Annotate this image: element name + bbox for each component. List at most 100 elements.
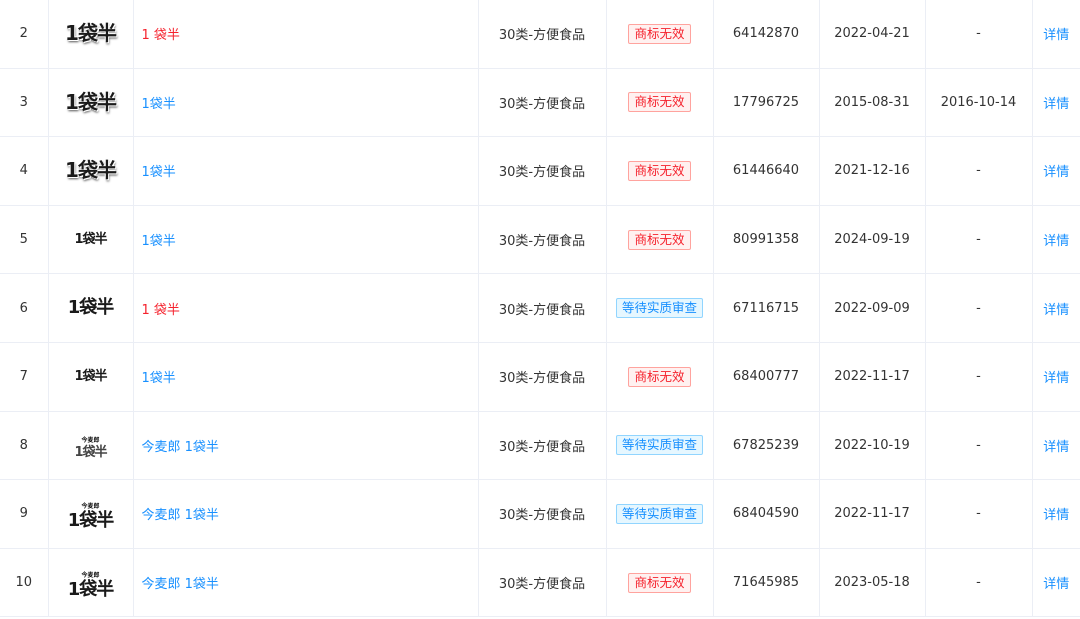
status-cell: 商标无效	[605, 0, 713, 69]
application-date: 2023-05-18	[818, 548, 925, 618]
logo-cell: 1袋半	[47, 273, 133, 343]
logo-cell: 1袋半	[47, 0, 133, 69]
registration-number: 67116715	[712, 273, 819, 343]
registration-number: 68400777	[712, 342, 819, 412]
trademark-name-link[interactable]: 1 袋半	[142, 303, 180, 318]
detail-link[interactable]: 详情	[1043, 165, 1069, 180]
status-badge: 等待实质审查	[615, 435, 703, 456]
status-cell: 商标无效	[605, 342, 713, 412]
registration-date: -	[924, 479, 1032, 549]
status-cell: 商标无效	[605, 205, 713, 275]
logo-main-text: 1袋半	[74, 232, 107, 248]
logo-main-text: 1袋半	[67, 510, 115, 532]
status-badge: 商标无效	[628, 366, 691, 387]
category-cell: 30类-方便食品	[477, 479, 606, 549]
registration-number: 71645985	[712, 548, 819, 618]
logo-main-text: 1袋半	[67, 297, 115, 319]
row-index: 7	[0, 342, 48, 412]
logo-cell: 今麦郎 1袋半	[47, 479, 133, 549]
table-row: 6 1袋半 1 袋半 30类-方便食品 等待实质审查 67116715 2022-09-09…	[0, 273, 1080, 343]
application-date: 2021-12-16	[818, 136, 925, 206]
logo-main-text: 1袋半	[65, 89, 117, 114]
trademark-logo-image: 今麦郎 1袋半	[67, 504, 115, 532]
registration-date: -	[924, 273, 1032, 343]
logo-cell: 今麦郎 1袋半	[47, 548, 133, 618]
status-cell: 等待实质审查	[605, 273, 713, 343]
row-index: 4	[0, 136, 48, 206]
trademark-logo-image: 1袋半	[67, 297, 115, 319]
row-index: 6	[0, 273, 48, 343]
detail-link[interactable]: 详情	[1043, 234, 1069, 249]
name-cell: 今麦郎 1袋半	[132, 411, 478, 481]
trademark-name-link[interactable]: 1袋半	[142, 165, 176, 180]
detail-link[interactable]: 详情	[1043, 28, 1069, 43]
table-row: 8 今麦郎 1袋半 今麦郎 1袋半 30类-方便食品 等待实质审查 67825239 2022…	[0, 411, 1080, 481]
registration-date: -	[924, 411, 1032, 481]
detail-link[interactable]: 详情	[1043, 303, 1069, 318]
action-cell: 详情	[1031, 68, 1080, 138]
registration-number: 61446640	[712, 136, 819, 206]
registration-number: 64142870	[712, 0, 819, 69]
trademark-logo-image: 1袋半	[65, 160, 117, 180]
action-cell: 详情	[1031, 273, 1080, 343]
application-date: 2022-04-21	[818, 0, 925, 69]
detail-link[interactable]: 详情	[1043, 440, 1069, 455]
detail-link[interactable]: 详情	[1043, 97, 1069, 112]
status-cell: 商标无效	[605, 136, 713, 206]
action-cell: 详情	[1031, 0, 1080, 69]
name-cell: 1 袋半	[132, 0, 478, 69]
status-cell: 商标无效	[605, 548, 713, 618]
registration-number: 68404590	[712, 479, 819, 549]
category-cell: 30类-方便食品	[477, 68, 606, 138]
application-date: 2022-10-19	[818, 411, 925, 481]
status-badge: 商标无效	[628, 229, 691, 250]
table-body: 2 1袋半 1 袋半 30类-方便食品 商标无效 64142870 2022-04-21- 详…	[0, 0, 1080, 618]
action-cell: 详情	[1031, 548, 1080, 618]
registration-date: -	[924, 0, 1032, 69]
action-cell: 详情	[1031, 205, 1080, 275]
action-cell: 详情	[1031, 136, 1080, 206]
registration-date: -	[924, 548, 1032, 618]
name-cell: 1袋半	[132, 136, 478, 206]
trademark-logo-image: 今麦郎 1袋半	[68, 573, 115, 599]
action-cell: 详情	[1031, 342, 1080, 412]
trademark-logo-image: 1袋半	[65, 23, 117, 43]
table-row: 3 1袋半 1袋半 30类-方便食品 商标无效 17796725 2015-08-31 201…	[0, 68, 1080, 138]
trademark-name-link[interactable]: 今麦郎 1袋半	[142, 440, 219, 455]
category-cell: 30类-方便食品	[477, 0, 606, 69]
trademark-name-link[interactable]: 1 袋半	[142, 28, 180, 43]
logo-cell: 1袋半	[47, 136, 133, 206]
application-date: 2024-09-19	[818, 205, 925, 275]
category-cell: 30类-方便食品	[477, 273, 606, 343]
category-cell: 30类-方便食品	[477, 136, 606, 206]
trademark-name-link[interactable]: 1袋半	[142, 234, 176, 249]
name-cell: 1袋半	[132, 342, 478, 412]
category-cell: 30类-方便食品	[477, 548, 606, 618]
trademark-name-link[interactable]: 1袋半	[142, 371, 176, 386]
trademark-name-link[interactable]: 今麦郎 1袋半	[142, 508, 219, 523]
detail-link[interactable]: 详情	[1043, 577, 1069, 592]
row-index: 5	[0, 205, 48, 275]
detail-link[interactable]: 详情	[1043, 508, 1069, 523]
logo-cell: 1袋半	[47, 68, 133, 138]
trademark-name-link[interactable]: 1袋半	[142, 97, 176, 112]
name-cell: 今麦郎 1袋半	[132, 548, 478, 618]
table-row: 2 1袋半 1 袋半 30类-方便食品 商标无效 64142870 2022-04-21- 详…	[0, 0, 1080, 69]
detail-link[interactable]: 详情	[1043, 371, 1069, 386]
application-date: 2022-09-09	[818, 273, 925, 343]
logo-cell: 1袋半	[47, 205, 133, 275]
table-row: 10 今麦郎 1袋半 今麦郎 1袋半 30类-方便食品 商标无效 71645985 2023-…	[0, 548, 1080, 618]
status-badge: 商标无效	[628, 23, 691, 44]
logo-sub-text: 今麦郎	[81, 437, 100, 445]
table-row: 5 1袋半 1袋半 30类-方便食品 商标无效 80991358 2024-09-19- 详情	[0, 205, 1080, 275]
action-cell: 详情	[1031, 479, 1080, 549]
status-cell: 商标无效	[605, 68, 713, 138]
trademark-logo-image: 1袋半	[74, 232, 107, 248]
registration-date: -	[924, 342, 1032, 412]
trademark-name-link[interactable]: 今麦郎 1袋半	[142, 577, 219, 592]
registration-number: 80991358	[712, 205, 819, 275]
status-badge: 商标无效	[628, 92, 691, 113]
logo-cell: 今麦郎 1袋半	[47, 411, 133, 481]
trademark-table: 2 1袋半 1 袋半 30类-方便食品 商标无效 64142870 2022-04-21- 详…	[0, 0, 1080, 618]
registration-date: 2016-10-14	[924, 68, 1032, 138]
